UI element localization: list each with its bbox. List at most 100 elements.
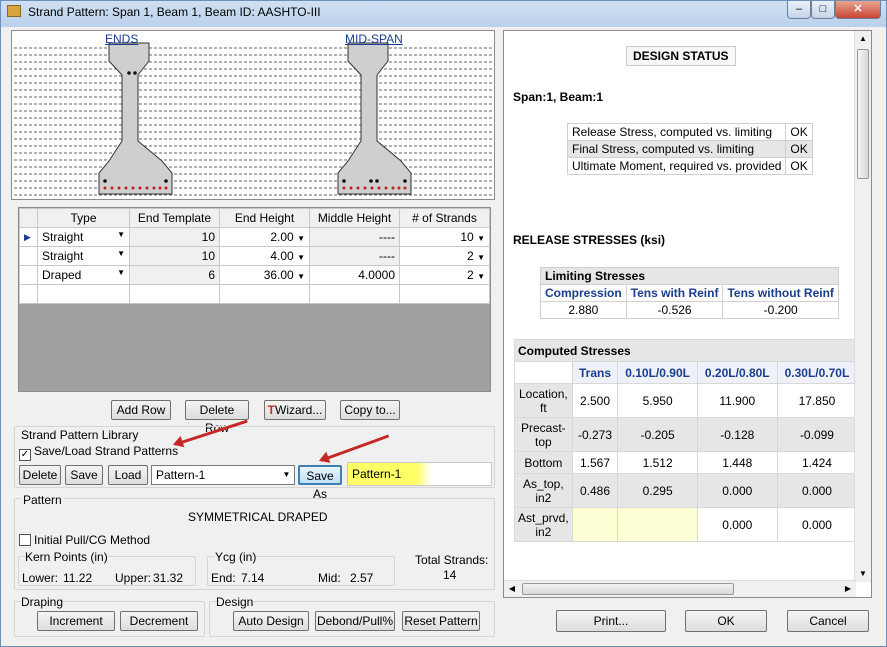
total-strands-label: Total Strands: [415,553,489,567]
checkbox-unchecked-icon[interactable] [19,534,31,546]
close-button[interactable]: ✕ [835,1,881,19]
auto-design-button[interactable]: Auto Design [233,611,309,631]
ycg-mid-value: 2.57 [350,571,374,585]
end-template-cell[interactable]: 10 [129,246,220,266]
table-row: Ast_prvd, in2 0.000 0.000 0.000 [514,507,871,542]
design-title: Design [216,595,254,609]
window-title: Strand Pattern: Span 1, Beam 1, Beam ID:… [28,5,321,19]
reset-pattern-button[interactable]: Reset Pattern [402,611,480,631]
middle-height-cell[interactable]: ---- [309,246,400,266]
chevron-down-icon[interactable]: ▼ [477,253,485,262]
ycg-mid-label: Mid: [318,571,341,585]
kern-lower-value: 11.22 [63,571,93,585]
col-strands: # of Strands [399,208,490,228]
table-row: Release Stress, computed vs. limiting OK [566,123,813,141]
chevron-down-icon[interactable]: ▼ [477,272,485,281]
end-template-cell[interactable]: 6 [129,265,220,285]
chevron-down-icon[interactable]: ▼ [477,234,485,243]
beam-section-view: ENDS MID-SPAN [11,30,495,200]
checkbox-checked-icon[interactable]: ✓ [19,449,31,461]
row-selector[interactable] [19,246,38,266]
table-row[interactable]: ▶ Straight ▼ 10 2.00 ▼ ---- 10 ▼ [19,227,490,247]
kern-upper-value: 31.32 [153,571,184,585]
table-row: Final Stress, computed vs. limiting OK [566,140,813,158]
debond-button[interactable]: Debond/Pull% [315,611,395,631]
scroll-up-icon[interactable]: ▲ [855,31,871,47]
col-end-template: End Template [129,208,220,228]
design-status-panel[interactable]: DESIGN STATUS Span:1, Beam:1 Release Str… [503,30,872,598]
type-cell[interactable]: Straight ▼ [37,246,130,266]
title-bar: Strand Pattern: Span 1, Beam 1, Beam ID:… [1,1,887,23]
save-as-button[interactable]: Save As [298,465,342,501]
wizard-button[interactable]: ТWizard... [264,400,326,420]
strands-cell[interactable]: 2 ▼ [399,265,490,285]
scroll-thumb-horizontal[interactable] [522,583,734,595]
table-row: Precast- top -0.273 -0.205 -0.128 -0.099… [514,417,871,452]
decrement-button[interactable]: Decrement [120,611,198,631]
ok-button[interactable]: OK [685,610,767,632]
increment-button[interactable]: Increment [37,611,115,631]
cancel-button[interactable]: Cancel [787,610,869,632]
computed-stresses-table: Computed Stresses Trans 0.10L/0.90L 0.20… [514,339,871,542]
chevron-down-icon[interactable]: ▼ [117,268,125,277]
end-template-cell[interactable]: 10 [129,227,220,247]
chevron-down-icon[interactable]: ▼ [281,469,292,481]
copy-to-button[interactable]: Copy to... [340,400,400,420]
vertical-scrollbar[interactable]: ▲ ▼ [854,31,871,582]
scroll-left-icon[interactable]: ◀ [504,581,520,597]
middle-height-cell[interactable]: 4.0000 [309,265,400,285]
horizontal-scrollbar[interactable]: ◀ ▶ [504,580,856,597]
type-cell[interactable]: Straight ▼ [37,227,130,247]
row-selector[interactable] [19,265,38,285]
strands-cell[interactable]: 10 ▼ [399,227,490,247]
chevron-down-icon[interactable]: ▼ [117,249,125,258]
col-type: Type [37,208,130,228]
strands-cell[interactable]: 2 ▼ [399,246,490,266]
col-end-height: End Height [219,208,310,228]
print-button[interactable]: Print... [556,610,666,632]
kern-title: Kern Points (in) [25,550,108,564]
limiting-stresses-table: Limiting Stresses Compression Tens with … [540,267,839,319]
app-icon [7,5,21,17]
scroll-right-icon[interactable]: ▶ [840,581,856,597]
strand-grid[interactable]: Type End Template End Height Middle Heig… [18,207,491,392]
initial-pull-checkbox[interactable]: Initial Pull/CG Method [19,533,150,547]
checks-table: Release Stress, computed vs. limiting OK … [566,123,813,175]
chevron-down-icon[interactable]: ▼ [297,253,305,262]
middle-height-cell[interactable]: ---- [309,227,400,247]
scroll-down-icon[interactable]: ▼ [855,566,871,582]
midspan-label: MID-SPAN [345,32,403,46]
strand-pattern-window: Strand Pattern: Span 1, Beam 1, Beam ID:… [0,0,887,647]
col-middle-height: Middle Height [309,208,400,228]
end-height-cell[interactable]: 36.00 ▼ [219,265,310,285]
wizard-icon: Т [267,403,275,417]
pattern-select[interactable]: Pattern-1 ▼ [151,465,295,485]
release-stresses-title: RELEASE STRESSES (ksi) [513,233,666,247]
end-height-cell[interactable]: 2.00 ▼ [219,227,310,247]
delete-row-button[interactable]: Delete Row [185,400,249,435]
ends-label: ENDS [105,32,139,46]
scroll-thumb[interactable] [857,49,869,179]
end-height-cell[interactable]: 4.00 ▼ [219,246,310,266]
delete-pattern-button[interactable]: Delete [19,465,61,485]
add-row-button[interactable]: Add Row [111,400,171,420]
table-row: Location, ft 2.500 5.950 11.900 17.850 2… [514,383,871,418]
minimize-button[interactable]: – [787,1,811,19]
chevron-down-icon[interactable]: ▼ [297,272,305,281]
new-row[interactable] [19,284,490,304]
pattern-type: SYMMETRICAL DRAPED [188,510,328,524]
type-cell[interactable]: Draped ▼ [37,265,130,285]
chevron-down-icon[interactable]: ▼ [297,234,305,243]
table-row: As_top, in2 0.486 0.295 0.000 0.000 0.00… [514,473,871,508]
pattern-name-input[interactable]: Pattern-1 [347,462,492,486]
row-selector-header [19,208,38,228]
save-load-checkbox[interactable]: ✓ Save/Load Strand Patterns [19,444,178,461]
maximize-button[interactable]: □ [811,1,835,19]
table-row[interactable]: Draped ▼ 6 36.00 ▼ 4.0000 2 ▼ [19,265,490,285]
pattern-title: Pattern [21,493,64,507]
load-pattern-button[interactable]: Load [108,465,148,485]
table-row[interactable]: Straight ▼ 10 4.00 ▼ ---- 2 ▼ [19,246,490,266]
save-pattern-button[interactable]: Save [65,465,103,485]
chevron-down-icon[interactable]: ▼ [117,230,125,239]
beam-sections-drawing [14,42,492,196]
